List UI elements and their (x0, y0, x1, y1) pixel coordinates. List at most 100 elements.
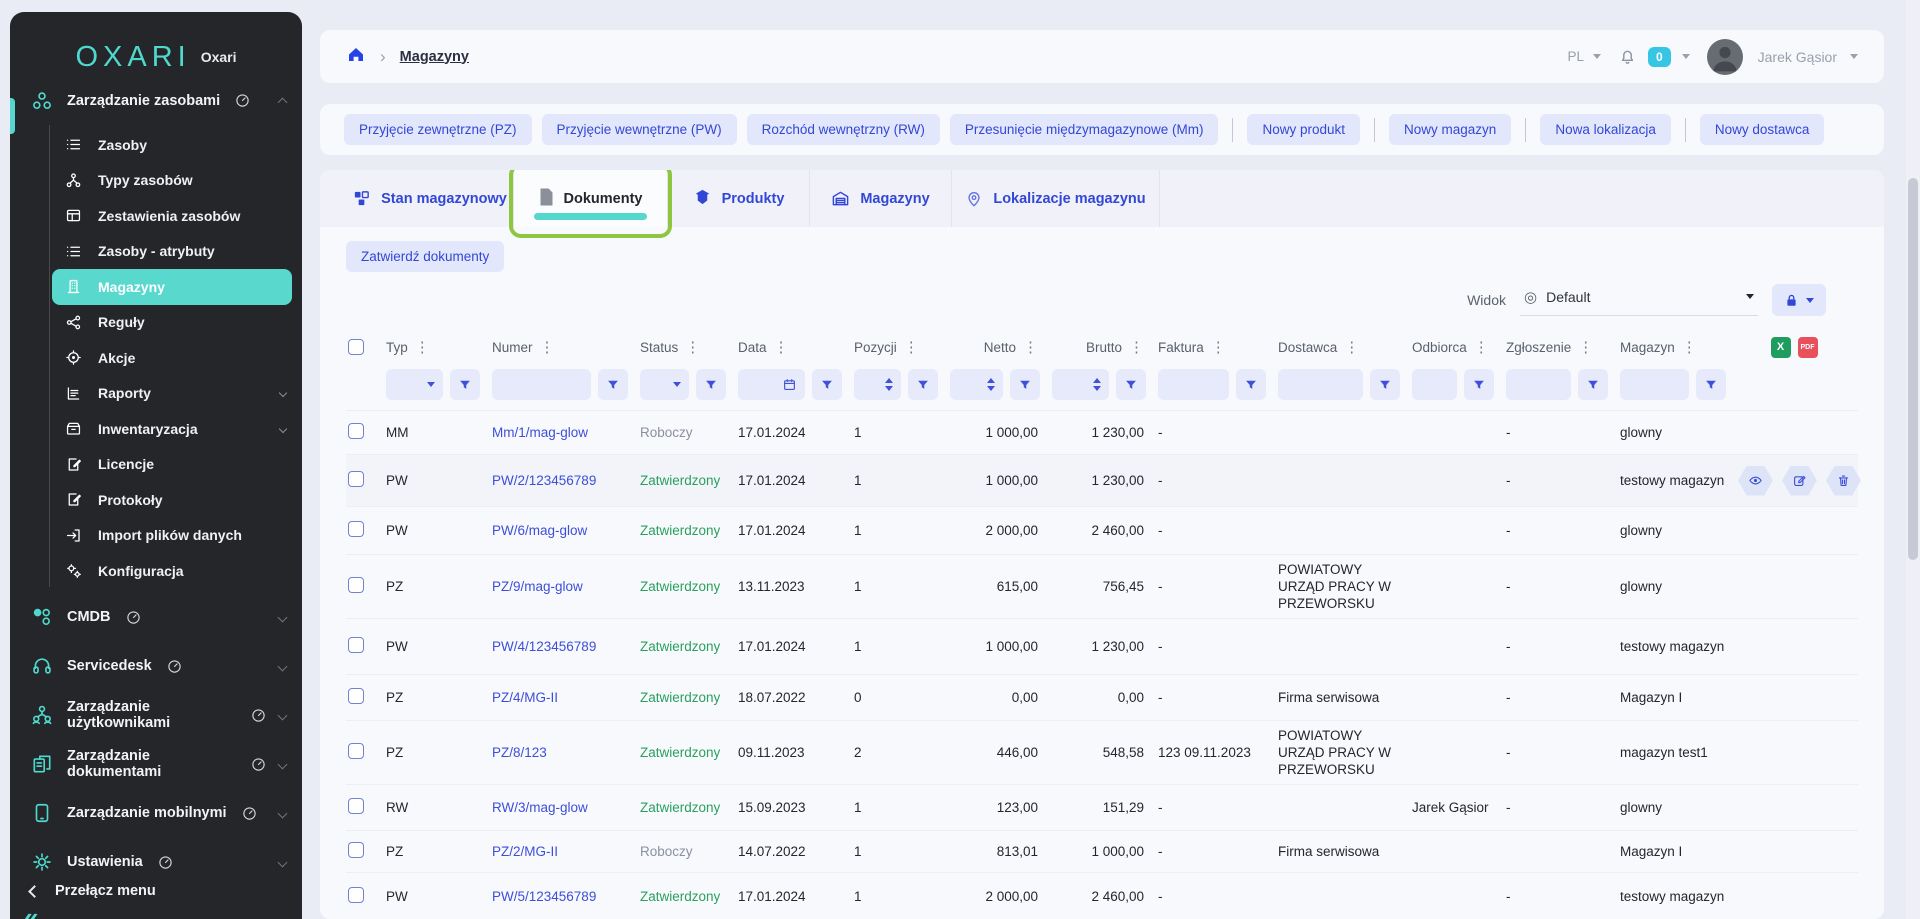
table-row[interactable]: PZ PZ/4/MG-II Zatwierdzony 18.07.2022 0 … (346, 675, 1858, 721)
column-menu-icon[interactable]: ⋮ (1682, 340, 1697, 355)
filter-funnel-icon[interactable] (1578, 369, 1608, 400)
row-checkbox[interactable] (348, 423, 364, 439)
document-link[interactable]: PW/6/mag-glow (492, 523, 587, 538)
sidebar-item-raporty[interactable]: Raporty (10, 376, 302, 412)
filter-funnel-icon[interactable] (1116, 369, 1146, 400)
filter-odbiorca-input[interactable] (1412, 369, 1457, 400)
column-menu-icon[interactable]: ⋮ (1578, 340, 1593, 355)
filter-funnel-icon[interactable] (908, 369, 938, 400)
sidebar-item-reguly[interactable]: Reguły (10, 305, 302, 341)
bell-icon[interactable] (1618, 47, 1637, 66)
sidebar-item-import-plikow[interactable]: Import plików danych (10, 518, 302, 554)
tab-stan-magazynowy[interactable]: Stan magazynowy (346, 170, 514, 227)
sidebar-item-inwentaryzacja[interactable]: Inwentaryzacja (10, 411, 302, 447)
filter-funnel-icon[interactable] (450, 369, 480, 400)
filter-brutto-stepper[interactable] (1052, 369, 1109, 400)
table-row[interactable]: PW PW/6/mag-glow Zatwierdzony 17.01.2024… (346, 507, 1858, 555)
new-warehouse-button[interactable]: Nowy magazyn (1389, 114, 1511, 145)
filter-faktura-input[interactable] (1158, 369, 1229, 400)
filter-typ-select[interactable] (386, 369, 443, 400)
avatar[interactable] (1707, 39, 1743, 75)
home-icon[interactable] (346, 44, 366, 69)
sidebar-item-konfiguracja[interactable]: Konfiguracja (10, 553, 302, 589)
lock-view-button[interactable] (1772, 284, 1826, 316)
row-checkbox[interactable] (348, 471, 364, 487)
column-menu-icon[interactable]: ⋮ (774, 340, 789, 355)
filter-data-datepicker[interactable] (738, 369, 805, 400)
view-dropdown[interactable]: ◎ Default (1520, 285, 1758, 316)
document-link[interactable]: PW/4/123456789 (492, 639, 596, 654)
internal-receipt-button[interactable]: Przyjęcie wewnętrzne (PW) (542, 114, 737, 145)
breadcrumb-link[interactable]: Magazyny (400, 49, 469, 65)
filter-funnel-icon[interactable] (1010, 369, 1040, 400)
document-link[interactable]: RW/3/mag-glow (492, 800, 588, 815)
row-checkbox[interactable] (348, 887, 364, 903)
document-link[interactable]: PW/2/123456789 (492, 473, 596, 488)
filter-dostawca-input[interactable] (1278, 369, 1363, 400)
edit-button[interactable] (1782, 466, 1817, 496)
sidebar-section-mobile[interactable]: Zarządzanie mobilnymi (10, 789, 302, 838)
row-checkbox[interactable] (348, 521, 364, 537)
column-menu-icon[interactable]: ⋮ (540, 340, 555, 355)
new-product-button[interactable]: Nowy produkt (1247, 114, 1360, 145)
table-row[interactable]: PZ PZ/8/123 Zatwierdzony 09.11.2023 2 44… (346, 721, 1858, 785)
sidebar-item-zasoby-atrybuty[interactable]: Zasoby - atrybuty (10, 234, 302, 270)
document-link[interactable]: PZ/9/mag-glow (492, 579, 583, 594)
filter-pozycji-stepper[interactable] (854, 369, 901, 400)
table-row[interactable]: MM Mm/1/mag-glow Roboczy 17.01.2024 1 1 … (346, 411, 1858, 455)
column-menu-icon[interactable]: ⋮ (1211, 340, 1226, 355)
interwarehouse-transfer-button[interactable]: Przesunięcie międzymagazynowe (Mm) (950, 114, 1219, 145)
row-checkbox[interactable] (348, 798, 364, 814)
language-selector[interactable]: PL (1567, 49, 1584, 64)
column-menu-icon[interactable]: ⋮ (1023, 340, 1038, 355)
sidebar-item-protokoly[interactable]: Protokoły (10, 482, 302, 518)
new-location-button[interactable]: Nowa lokalizacja (1540, 114, 1671, 145)
filter-funnel-icon[interactable] (598, 369, 628, 400)
preview-button[interactable] (1738, 466, 1773, 496)
table-row[interactable]: PW PW/5/123456789 Zatwierdzony 17.01.202… (346, 873, 1858, 919)
document-link[interactable]: PW/5/123456789 (492, 889, 596, 904)
filter-funnel-icon[interactable] (1464, 369, 1494, 400)
column-menu-icon[interactable]: ⋮ (1344, 340, 1359, 355)
column-menu-icon[interactable]: ⋮ (685, 340, 700, 355)
internal-issue-button[interactable]: Rozchód wewnętrzny (RW) (747, 114, 940, 145)
document-link[interactable]: PZ/2/MG-II (492, 844, 558, 859)
toggle-menu-button[interactable]: Przełącz menu (10, 873, 302, 909)
column-menu-icon[interactable]: ⋮ (1129, 340, 1144, 355)
column-menu-icon[interactable]: ⋮ (904, 340, 919, 355)
document-link[interactable]: PZ/4/MG-II (492, 690, 558, 705)
sidebar-section-documents[interactable]: Zarządzanie dokumentami (10, 740, 302, 789)
sidebar-item-licencje[interactable]: Licencje (10, 447, 302, 483)
sidebar-item-typy-zasobow[interactable]: Typy zasobów (10, 163, 302, 199)
row-checkbox[interactable] (348, 688, 364, 704)
filter-funnel-icon[interactable] (812, 369, 842, 400)
new-supplier-button[interactable]: Nowy dostawca (1700, 114, 1825, 145)
sidebar-item-zestawienia-zasobow[interactable]: Zestawienia zasobów (10, 198, 302, 234)
filter-status-select[interactable] (640, 369, 689, 400)
filter-netto-stepper[interactable] (950, 369, 1003, 400)
table-row[interactable]: PW PW/2/123456789 Zatwierdzony 17.01.202… (346, 455, 1858, 507)
user-menu[interactable]: Jarek Gąsior (1758, 49, 1837, 65)
sidebar-item-akcje[interactable]: Akcje (10, 340, 302, 376)
sidebar-section-servicedesk[interactable]: Servicedesk (10, 642, 302, 691)
export-pdf-icon[interactable]: PDF (1798, 337, 1818, 358)
table-row[interactable]: PZ PZ/9/mag-glow Zatwierdzony 13.11.2023… (346, 555, 1858, 619)
filter-funnel-icon[interactable] (1696, 369, 1726, 400)
collapse-double-chevron-icon[interactable]: « (24, 902, 38, 919)
table-row[interactable]: PZ PZ/2/MG-II Roboczy 14.07.2022 1 813,0… (346, 831, 1858, 873)
tab-lokalizacje-magazynu[interactable]: Lokalizacje magazynu (952, 170, 1160, 227)
tab-magazyny[interactable]: Magazyny (810, 170, 952, 227)
tab-dokumenty[interactable]: Dokumenty (514, 170, 668, 227)
tab-produkty[interactable]: Produkty (668, 170, 810, 227)
document-link[interactable]: PZ/8/123 (492, 745, 547, 760)
filter-funnel-icon[interactable] (1236, 369, 1266, 400)
select-all-checkbox[interactable] (348, 339, 364, 355)
row-checkbox[interactable] (348, 842, 364, 858)
filter-zgloszenie-input[interactable] (1506, 369, 1571, 400)
sidebar-section-users[interactable]: Zarządzanie użytkownikami (10, 691, 302, 740)
scrollbar-thumb[interactable] (1908, 178, 1918, 560)
row-checkbox[interactable] (348, 577, 364, 593)
table-row[interactable]: PW PW/4/123456789 Zatwierdzony 17.01.202… (346, 619, 1858, 675)
sidebar-section-asset-management[interactable]: Zarządzanie zasobami (10, 76, 302, 125)
approve-documents-button[interactable]: Zatwierdź dokumenty (346, 241, 504, 272)
